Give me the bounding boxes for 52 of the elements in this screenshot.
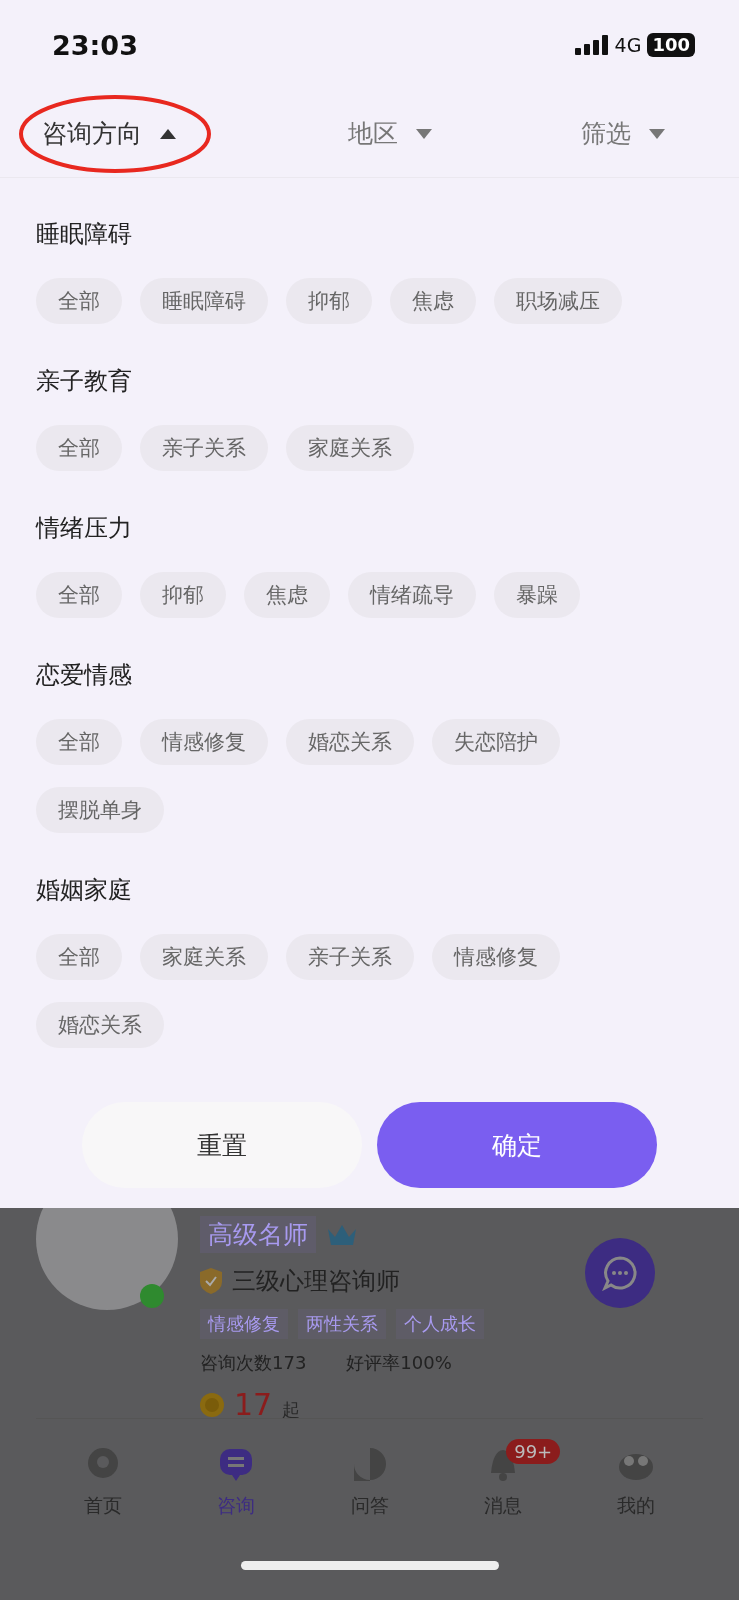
option-chip[interactable]: 全部: [36, 719, 122, 765]
option-chip[interactable]: 焦虑: [390, 278, 476, 324]
network-label: 4G: [614, 34, 642, 56]
battery-level: 100: [647, 33, 695, 57]
rating: 好评率100%: [346, 1351, 452, 1375]
category-title: 亲子教育: [36, 366, 133, 396]
caret-icon: [416, 128, 433, 139]
option-chip[interactable]: 抑郁: [286, 278, 372, 324]
option-chip[interactable]: 亲子关系: [286, 934, 414, 980]
coin-icon: [200, 1392, 224, 1417]
option-chip[interactable]: 家庭关系: [140, 934, 268, 980]
category-title: 睡眠障碍: [36, 219, 133, 249]
option-chip[interactable]: 情感修复: [432, 934, 560, 980]
reset-button[interactable]: 重置: [82, 1102, 362, 1188]
caret-icon: [648, 128, 665, 139]
category-title: 婚姻家庭: [36, 875, 133, 905]
price: 17: [234, 1387, 273, 1422]
chat-icon: [602, 1255, 638, 1291]
option-chip[interactable]: 亲子关系: [140, 425, 268, 471]
option-chip[interactable]: 焦虑: [244, 572, 330, 618]
unread-badge: 99+: [506, 1439, 561, 1464]
specialty-tag: 个人成长: [396, 1309, 484, 1339]
confirm-button[interactable]: 确定: [377, 1102, 657, 1188]
option-chip[interactable]: 情绪疏导: [348, 572, 476, 618]
option-chip[interactable]: 职场减压: [494, 278, 622, 324]
option-chip[interactable]: 情感修复: [140, 719, 268, 765]
category-title: 恋爱情感: [36, 660, 133, 690]
option-chip[interactable]: 摆脱单身: [36, 787, 164, 833]
option-chip[interactable]: 全部: [36, 572, 122, 618]
status-time: 23:03: [52, 29, 138, 61]
option-chip[interactable]: 睡眠障碍: [140, 278, 268, 324]
filter-tab[interactable]: 地区: [274, 117, 507, 150]
caret-icon: [160, 128, 176, 139]
consult-count: 咨询次数173: [200, 1351, 307, 1375]
option-chip[interactable]: 失恋陪护: [432, 719, 560, 765]
specialty-tag: 情感修复: [200, 1309, 288, 1339]
filter-tab[interactable]: 筛选: [506, 117, 739, 150]
shield-icon: [200, 1268, 222, 1294]
option-chip[interactable]: 婚恋关系: [286, 719, 414, 765]
signal-icon: [574, 35, 609, 55]
option-chip[interactable]: 暴躁: [494, 572, 580, 618]
option-chip[interactable]: 全部: [36, 278, 122, 324]
category-title: 情绪压力: [36, 513, 133, 543]
option-chip[interactable]: 婚恋关系: [36, 1002, 164, 1048]
option-chip[interactable]: 全部: [36, 425, 122, 471]
option-chip[interactable]: 全部: [36, 934, 122, 980]
specialty-tag: 两性关系: [298, 1309, 386, 1339]
option-chip[interactable]: 家庭关系: [286, 425, 414, 471]
filter-tab[interactable]: 咨询方向: [0, 117, 275, 150]
option-chip[interactable]: 抑郁: [140, 572, 226, 618]
certification-label: 三级心理咨询师: [232, 1266, 400, 1297]
rank-label: 高级名师: [200, 1216, 316, 1253]
